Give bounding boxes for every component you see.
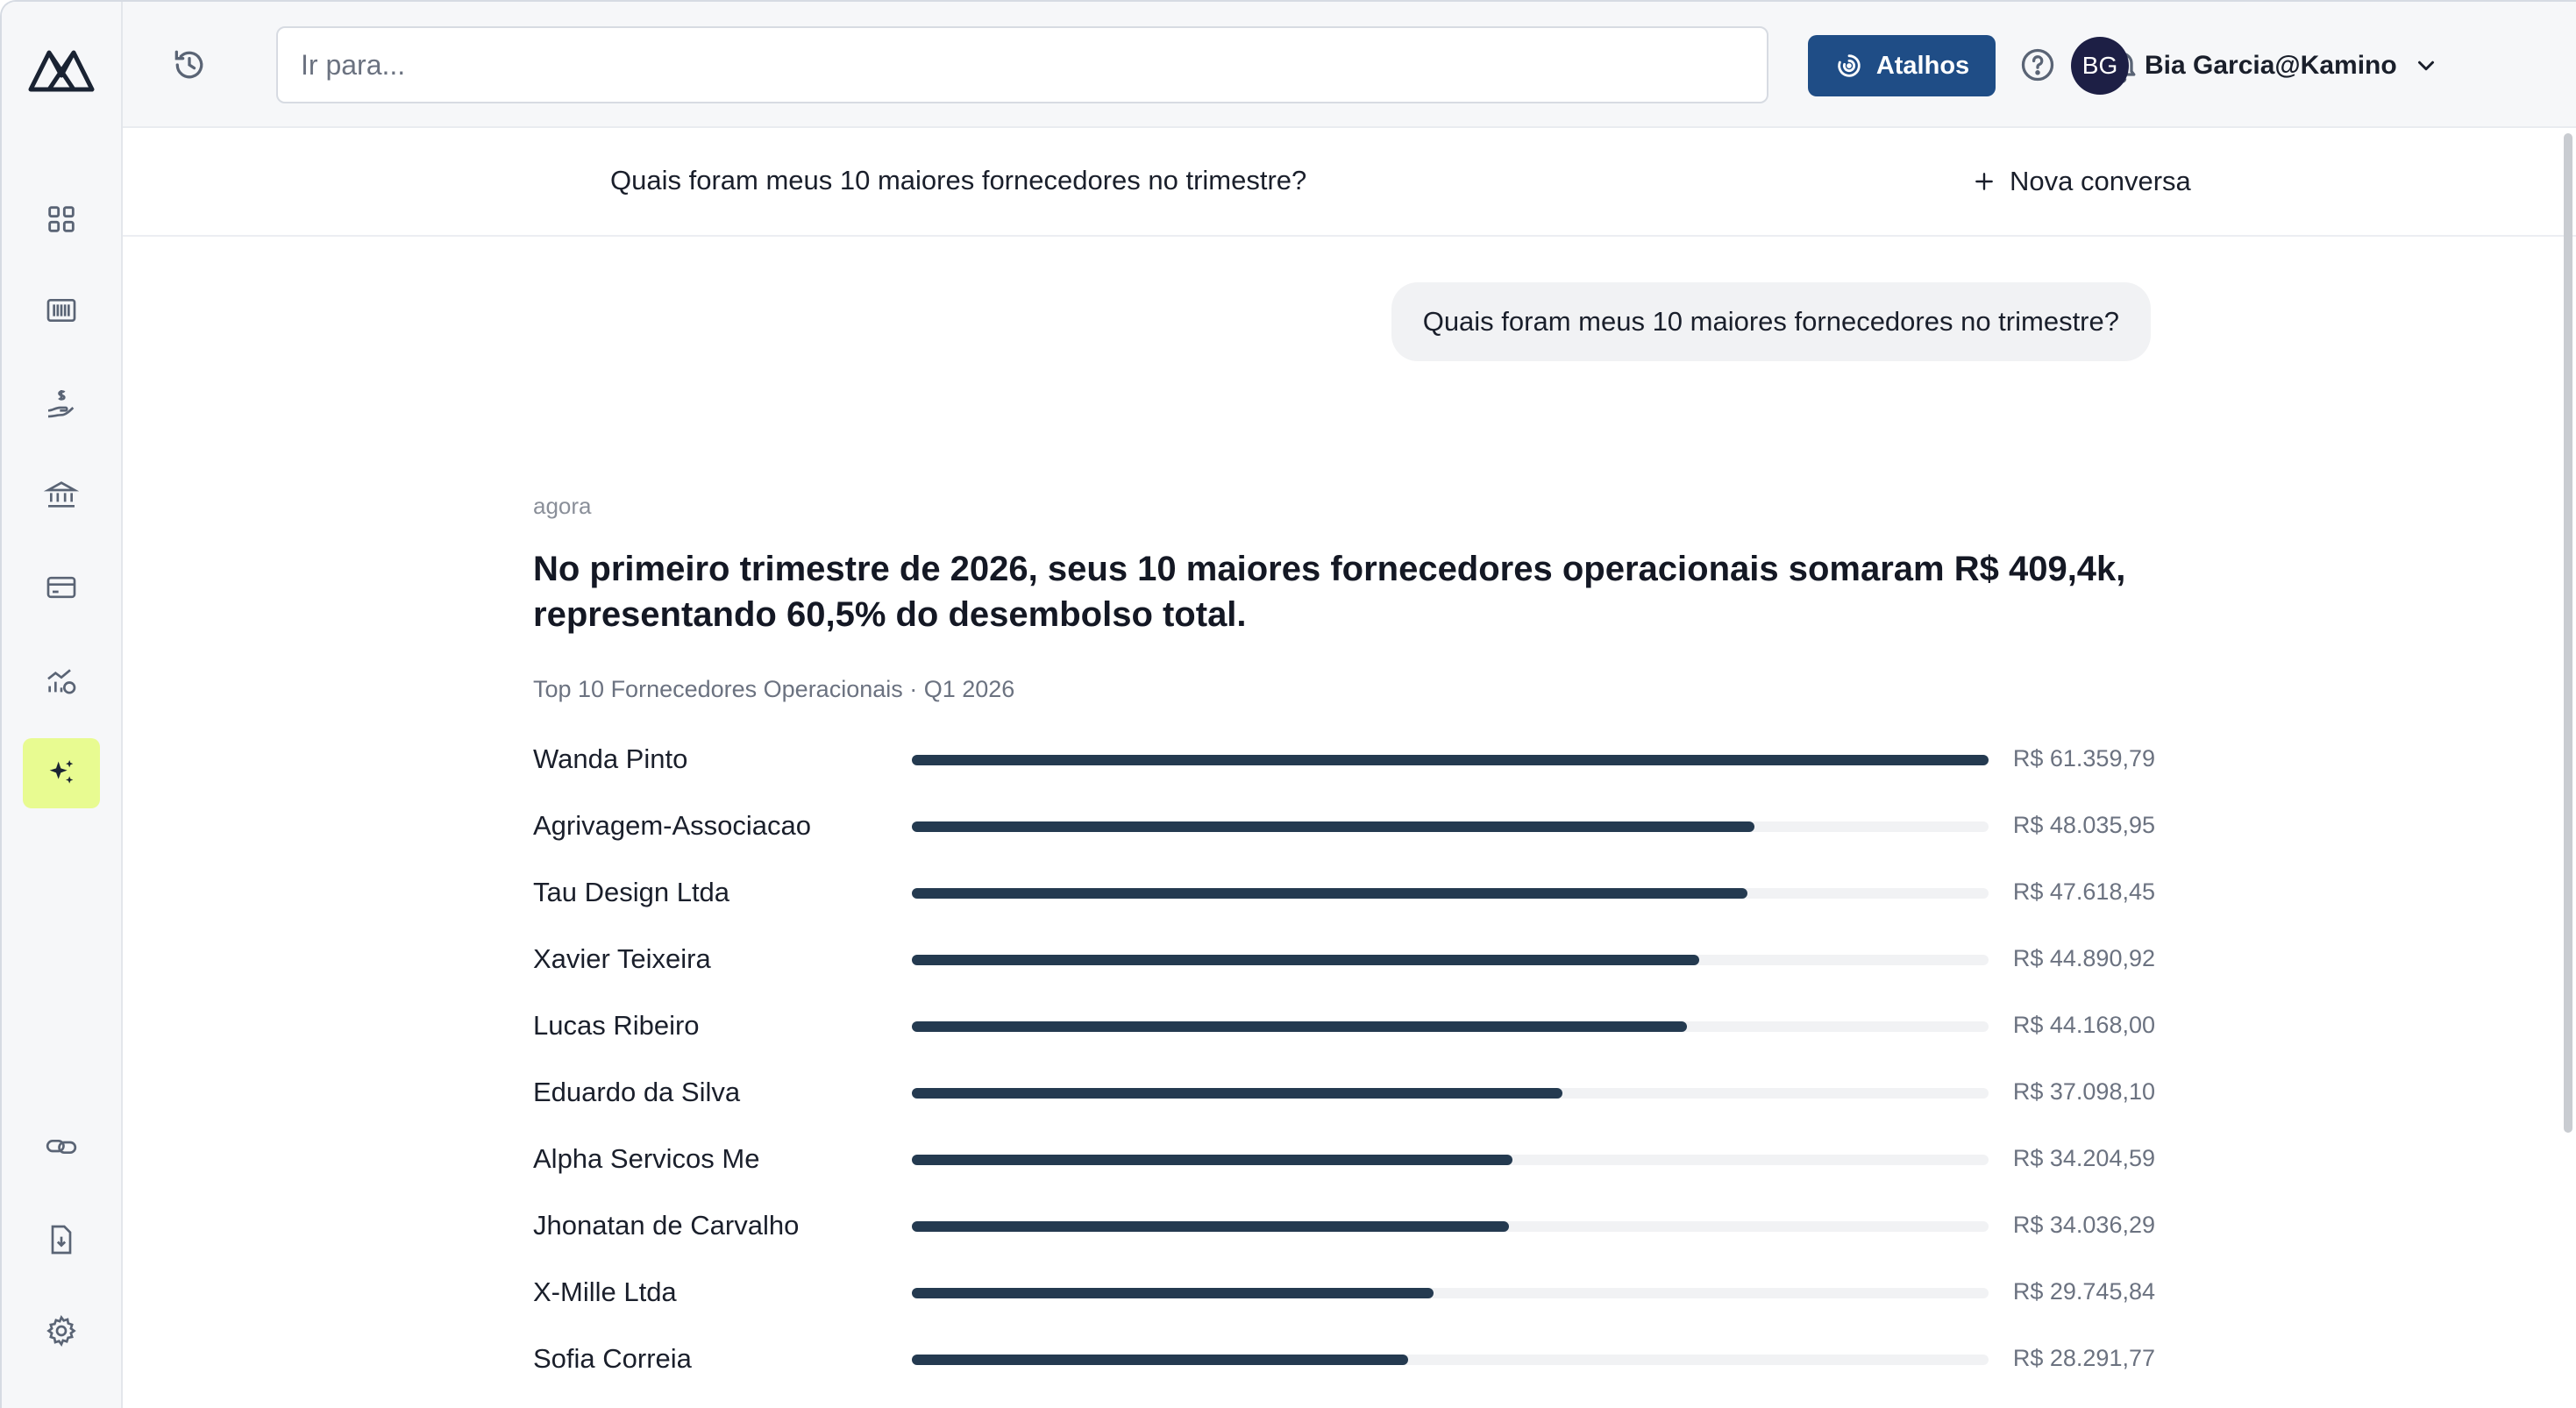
bar-label: Agrivagem-Associacao (533, 810, 812, 841)
bar-row: Eduardo da Silva R$ 37.098,10 (533, 1059, 2155, 1126)
bar-row: X-Mille Ltda R$ 29.745,84 (533, 1259, 2155, 1326)
bar-label: Wanda Pinto (533, 743, 688, 774)
bar-row: Jhonatan de Carvalho R$ 34.036,29 (533, 1192, 2155, 1259)
bar-row: Sofia Correia R$ 28.291,77 (533, 1326, 2155, 1392)
bar-fill (912, 888, 1747, 899)
assistant-answer: agora No primeiro trimestre de 2026, seu… (533, 493, 2155, 703)
bar-fill (912, 1021, 1687, 1032)
bar-label: X-Mille Ltda (533, 1276, 677, 1307)
chart-money-icon (47, 669, 76, 694)
sidebar-item-receivables[interactable] (23, 368, 100, 438)
sidebar-item-cards[interactable] (23, 552, 100, 622)
bar-track (912, 1288, 1989, 1298)
bar-track (912, 1221, 1989, 1232)
shortcuts-label: Atalhos (1875, 51, 1970, 80)
supplier-bar-chart: Wanda Pinto R$ 61.359,79 Agrivagem-Associa… (533, 726, 2155, 1408)
sidebar-item-bank[interactable] (23, 459, 100, 530)
sidebar-item-boletos[interactable] (23, 275, 100, 345)
help-icon[interactable] (2018, 46, 2057, 84)
rocket-icon (1838, 54, 1861, 77)
bar-track (912, 1355, 1989, 1365)
top-bar: Atalhos BG Bia Garcia@Kamino (123, 2, 2576, 128)
bar-track (912, 1088, 1989, 1099)
scrollbar[interactable] (2564, 133, 2572, 1133)
dashboard-grid-icon (48, 206, 75, 232)
sidebar-item-integrations[interactable] (23, 1112, 100, 1182)
bar-label: Sofia Correia (533, 1343, 692, 1374)
new-conversation-label: Nova conversa (2010, 166, 2191, 196)
bar-label: Tau Design Ltda (533, 877, 730, 907)
bar-value-label: R$ 47.618,45 (2012, 878, 2155, 905)
sidebar (2, 2, 123, 1408)
chart-title: Top 10 Fornecedores Operacionais · Q1 20… (533, 676, 1015, 702)
bar-row: Tau Design Ltda R$ 47.618,45 (533, 859, 2155, 926)
search-input[interactable] (276, 26, 1768, 103)
bank-icon (44, 481, 79, 508)
settings-gear-icon (46, 1314, 76, 1348)
credit-card-icon (46, 576, 76, 599)
bar-track (912, 1155, 1989, 1165)
sidebar-item-exports[interactable] (23, 1205, 100, 1275)
user-message-text: Quais foram meus 10 maiores fornecedores… (1422, 306, 2119, 337)
bar-value-label: R$ 34.204,59 (2012, 1145, 2155, 1171)
bar-value-label: R$ 28.291,77 (2012, 1345, 2155, 1371)
bar-value-label: R$ 34.036,29 (2012, 1212, 2155, 1238)
bar-label: Jhonatan de Carvalho (533, 1210, 800, 1241)
app-window: Atalhos BG Bia Garcia@Kamino Quais foram… (0, 0, 2576, 1408)
bar-fill (912, 1088, 1562, 1099)
bar-track (912, 888, 1989, 899)
bar-value-label: R$ 44.890,92 (2012, 945, 2155, 971)
plus-icon (1975, 173, 1993, 190)
bar-label: Lucas Ribeiro (533, 1010, 700, 1041)
bar-value-label: R$ 29.745,84 (2012, 1278, 2155, 1305)
bar-value-label: R$ 37.098,10 (2012, 1078, 2155, 1105)
avatar: BG (2071, 37, 2129, 95)
conversation-header: Quais foram meus 10 maiores fornecedores… (123, 128, 2576, 237)
bar-row: Agrivagem-Associacao R$ 48.035,95 (533, 793, 2155, 859)
bar-track (912, 755, 1989, 765)
bar-label: Xavier Teixeira (533, 943, 711, 974)
bar-label: Alpha Servicos Me (533, 1143, 760, 1174)
bar-fill (912, 955, 1699, 965)
new-conversation-button[interactable]: Nova conversa (1973, 160, 2191, 203)
bar-fill (912, 1155, 1512, 1165)
bar-value-label: R$ 44.168,00 (2012, 1012, 2155, 1038)
bar-row: Xavier Teixeira R$ 44.890,92 (533, 926, 2155, 992)
shortcuts-button[interactable]: Atalhos (1808, 35, 1996, 96)
answer-headline: No primeiro trimestre de 2026, seus 10 m… (533, 550, 2126, 634)
file-download-icon (51, 1225, 72, 1255)
bar-row: Alpha Servicos Me R$ 34.204,59 (533, 1126, 2155, 1192)
sidebar-item-settings[interactable] (23, 1296, 100, 1366)
sidebar-item-dashboard[interactable] (23, 184, 100, 254)
kamino-logo[interactable] (28, 44, 95, 93)
bar-fill (912, 1221, 1509, 1232)
bar-value-label: R$ 48.035,95 (2012, 812, 2155, 838)
bar-fill (912, 755, 1989, 765)
sidebar-item-reports[interactable] (23, 645, 100, 715)
bar-track (912, 1021, 1989, 1032)
user-name: Bia Garcia@Kamino (2145, 51, 2397, 80)
user-menu[interactable]: BG Bia Garcia@Kamino (2071, 37, 2439, 95)
bar-track (912, 821, 1989, 832)
user-message-bubble: Quais foram meus 10 maiores fornecedores… (1391, 282, 2151, 361)
hand-money-icon (47, 390, 75, 418)
bar-value-label: R$ 61.359,79 (2012, 745, 2155, 772)
bar-row: Lucas Ribeiro R$ 44.168,00 (533, 992, 2155, 1059)
link-icon (46, 1140, 77, 1154)
sidebar-item-assistant[interactable] (23, 738, 100, 808)
ai-sparkle-icon (49, 760, 74, 784)
conversation-title: Quais foram meus 10 maiores fornecedores… (610, 165, 1307, 196)
barcode-icon (46, 299, 76, 322)
chevron-down-icon (2417, 60, 2434, 71)
bar-track (912, 955, 1989, 965)
bar-label: Eduardo da Silva (533, 1077, 741, 1107)
bar-fill (912, 821, 1754, 832)
bar-fill (912, 1288, 1434, 1298)
bar-row: Wanda Pinto R$ 61.359,79 (533, 726, 2155, 793)
answer-timestamp: agora (533, 493, 592, 519)
history-icon[interactable] (170, 46, 209, 84)
bar-fill (912, 1355, 1408, 1365)
